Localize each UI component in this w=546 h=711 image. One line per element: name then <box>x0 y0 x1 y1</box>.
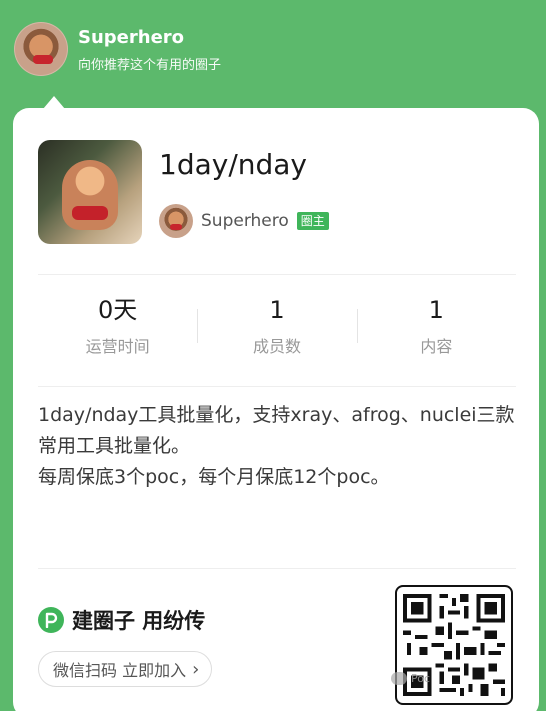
circle-title: 1day/nday <box>159 148 307 181</box>
description-line: 1day/nday工具批量化，支持xray、afrog、nuclei三款常用工具… <box>38 404 515 457</box>
owner-name[interactable]: Superhero <box>201 211 289 231</box>
divider-middle <box>38 386 516 387</box>
stat-operation-time: 0天 运营时间 <box>38 293 197 363</box>
stat-label: 成员数 <box>252 337 301 356</box>
divider-top <box>38 274 516 275</box>
share-header: Superhero 向你推荐这个有用的圈子 <box>14 22 221 76</box>
watermark-text: Poc <box>411 672 431 685</box>
stat-members: 1 成员数 <box>197 293 356 363</box>
card-notch <box>43 96 65 109</box>
watermark: Poc <box>391 672 430 685</box>
sharer-name: Superhero <box>78 26 185 48</box>
cover-figure <box>62 160 118 230</box>
stat-label: 运营时间 <box>85 337 150 356</box>
stat-value: 1 <box>428 296 444 324</box>
p-logo-icon <box>38 607 64 633</box>
circle-card: 1day/nday Superhero 圈主 0天 运营时间 1 成员数 1 内… <box>13 96 539 711</box>
scan-join-label: 微信扫码 立即加入 <box>53 661 187 680</box>
stat-content: 1 内容 <box>356 293 516 363</box>
circle-owner[interactable]: Superhero 圈主 <box>159 204 329 238</box>
brand-slogan: 建圈子 用纷传 <box>72 609 206 633</box>
description-line: 每周保底3个poc，每个月保底12个poc。 <box>38 466 390 488</box>
circle-description: 1day/nday工具批量化，支持xray、afrog、nuclei三款常用工具… <box>38 400 522 493</box>
owner-avatar[interactable] <box>159 204 193 238</box>
stat-value: 0天 <box>98 296 138 324</box>
header-text: Superhero 向你推荐这个有用的圈子 <box>78 26 221 73</box>
p-logo-glyph <box>45 612 58 628</box>
stats-row: 0天 运营时间 1 成员数 1 内容 <box>38 293 516 363</box>
scan-join-button[interactable]: 微信扫码 立即加入 › <box>38 651 213 687</box>
share-subtitle: 向你推荐这个有用的圈子 <box>78 57 222 73</box>
stat-label: 内容 <box>420 337 453 356</box>
divider-bottom <box>38 568 516 569</box>
chevron-right-icon: › <box>192 658 200 680</box>
wechat-icon <box>391 672 407 685</box>
sharer-avatar <box>14 22 68 76</box>
qr-code[interactable] <box>395 585 513 705</box>
circle-cover-image <box>38 140 142 244</box>
brand-row: 建圈子 用纷传 <box>38 605 205 635</box>
owner-badge: 圈主 <box>296 212 329 230</box>
stat-value: 1 <box>269 296 285 324</box>
